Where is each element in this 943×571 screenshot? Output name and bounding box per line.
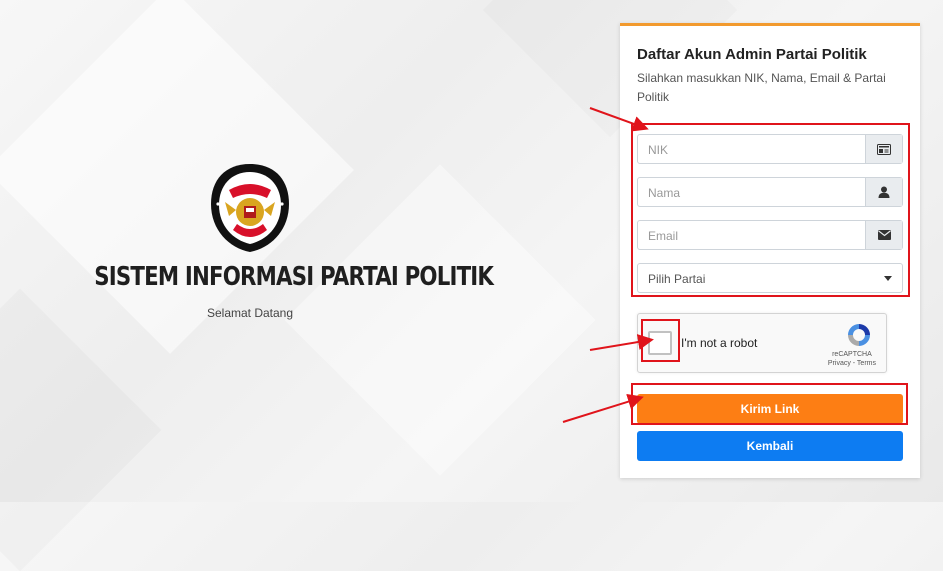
kirim-link-button[interactable]: Kirim Link xyxy=(637,394,903,424)
recaptcha-brand: reCAPTCHA xyxy=(832,351,872,358)
kpu-logo xyxy=(211,164,289,252)
recaptcha-links[interactable]: Privacy - Terms xyxy=(828,359,876,368)
chevron-down-icon xyxy=(884,276,892,281)
welcome-text: Selamat Datang xyxy=(206,306,294,320)
envelope-icon xyxy=(865,221,902,249)
partai-select[interactable]: Pilih Partai xyxy=(637,263,903,293)
nama-field[interactable] xyxy=(637,177,903,208)
registration-card: Daftar Akun Admin Partai Politik Silahka… xyxy=(620,23,920,478)
id-card-icon xyxy=(865,135,902,163)
email-input[interactable] xyxy=(638,221,870,251)
recaptcha-widget: I'm not a robot reCAPTCHA Privacy - Term… xyxy=(637,313,887,373)
recaptcha-icon xyxy=(848,324,870,346)
nik-field[interactable] xyxy=(637,134,903,165)
nik-input[interactable] xyxy=(638,135,870,165)
nama-input[interactable] xyxy=(638,178,870,208)
recaptcha-branding: reCAPTCHA Privacy - Terms xyxy=(828,350,876,368)
recaptcha-label: I'm not a robot xyxy=(681,336,758,350)
partai-select-value: Pilih Partai xyxy=(648,272,706,286)
form-subtitle: Silahkan masukkan NIK, Nama, Email & Par… xyxy=(637,71,886,104)
app-title: SISTEM INFORMASI PARTAI POLITIK xyxy=(94,262,494,292)
user-icon xyxy=(865,178,902,206)
background-shape xyxy=(0,289,161,571)
email-field[interactable] xyxy=(637,220,903,251)
kembali-button[interactable]: Kembali xyxy=(637,431,903,461)
recaptcha-checkbox[interactable] xyxy=(648,331,672,355)
brand-section: SISTEM INFORMASI PARTAI POLITIK Selamat … xyxy=(60,160,494,320)
form-title: Daftar Akun Admin Partai Politik xyxy=(637,46,867,63)
